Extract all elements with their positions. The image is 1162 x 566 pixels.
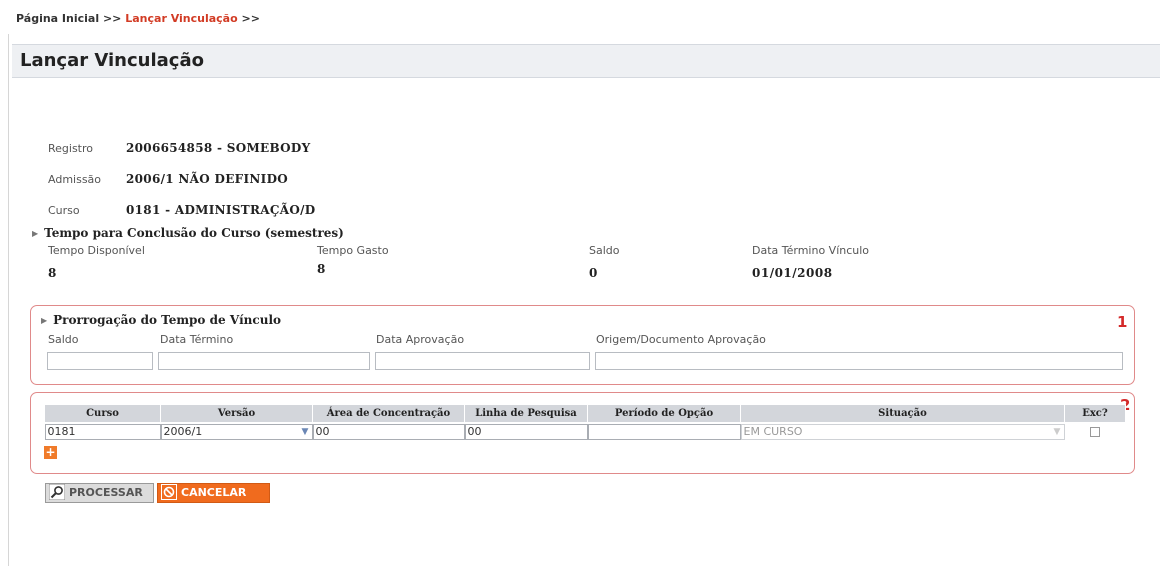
processar-label: PROCESSAR [69,486,143,499]
cell-periodo [587,423,741,442]
admissao-label: Admissão [48,173,102,186]
col-header-exc: Exc? [1064,404,1126,423]
col-header-curso: Curso [44,404,161,423]
tempo-gasto-value: 8 [317,262,326,276]
tempo-title-text: Tempo para Conclusão do Curso (semestres… [44,226,344,240]
col-header-periodo: Período de Opção [587,404,741,423]
area-input[interactable]: 00 [312,424,465,440]
versao-value: 2006/1 [163,425,203,438]
box-number-1: 1 [1117,313,1128,331]
exc-checkbox[interactable] [1090,427,1100,437]
data-termino-vinculo-label: Data Término Vínculo [752,244,870,257]
page-header: Lançar Vinculação [12,44,1160,78]
expand-triangle-icon: ▶ [32,228,39,238]
registro-value: 2006654858 - SOMEBODY [126,141,311,155]
admissao-value: 2006/1 NÃO DEFINIDO [126,172,289,186]
prorrogacao-data-termino-input[interactable] [158,352,370,370]
cancelar-button[interactable]: CANCELAR [157,483,270,503]
saldo-label: Saldo [589,244,620,257]
chevron-down-icon: ▼ [1053,427,1061,437]
situacao-select: ▼ EM CURSO [740,424,1065,440]
tempo-disponivel-value: 8 [48,266,57,280]
curso-input[interactable]: 0181 [44,424,161,440]
expand-triangle-icon: ▶ [41,315,48,325]
info-registro: Registro 2006654858 - SOMEBODY [48,141,310,155]
page-title: Lançar Vinculação [20,50,204,71]
breadcrumb: Página Inicial >> Lançar Vinculação >> [16,12,260,25]
prorrogacao-section-title[interactable]: ▶ Prorrogação do Tempo de Vínculo [41,313,281,327]
search-icon [49,484,65,500]
col-header-situacao: Situação [740,404,1065,423]
chevron-down-icon[interactable]: ▼ [299,425,312,439]
cell-exc [1065,423,1126,442]
cell-linha: 00 [464,423,588,442]
cell-area: 00 [312,423,465,442]
content-left-border [8,34,9,566]
table-header-row: Curso Versão Área de Concentração Linha … [44,404,1126,423]
plus-icon[interactable]: + [44,446,57,459]
cell-curso: 0181 [44,423,161,442]
prorrogacao-origem-input[interactable] [595,352,1123,370]
periodo-input[interactable] [587,424,741,440]
prorrogacao-data-termino-label: Data Término [160,333,234,346]
linha-input[interactable]: 00 [464,424,588,440]
cell-versao: ▼ 2006/1 [160,423,313,442]
curso-value: 0181 - ADMINISTRAÇÃO/D [126,203,316,217]
cell-situacao: ▼ EM CURSO [740,423,1065,442]
breadcrumb-separator: >> [102,12,122,25]
tempo-section-title[interactable]: ▶ Tempo para Conclusão do Curso (semestre… [32,226,344,240]
data-termino-vinculo-value: 01/01/2008 [752,266,833,280]
vinculos-table: Curso Versão Área de Concentração Linha … [44,404,1126,441]
saldo-value: 0 [589,266,598,280]
processar-button[interactable]: PROCESSAR [45,483,154,503]
curso-label: Curso [48,204,80,217]
table-row: 0181 ▼ 2006/1 00 00 ▼ EM CURSO [44,423,1126,442]
prorrogacao-title-text: Prorrogação do Tempo de Vínculo [53,313,282,327]
prorrogacao-saldo-input[interactable] [47,352,153,370]
situacao-value: EM CURSO [743,425,803,438]
col-header-linha: Linha de Pesquisa [464,404,588,423]
cancel-icon [161,484,177,500]
col-header-versao: Versão [160,404,313,423]
registro-label: Registro [48,142,94,155]
prorrogacao-origem-label: Origem/Documento Aprovação [596,333,766,346]
breadcrumb-home[interactable]: Página Inicial [16,12,99,25]
info-admissao: Admissão 2006/1 NÃO DEFINIDO [48,172,288,186]
tempo-gasto-label: Tempo Gasto [317,244,389,257]
col-header-area: Área de Concentração [312,404,465,423]
info-curso: Curso 0181 - ADMINISTRAÇÃO/D [48,203,316,217]
prorrogacao-data-aprovacao-input[interactable] [375,352,590,370]
breadcrumb-separator: >> [241,12,260,25]
cancelar-label: CANCELAR [181,486,247,499]
prorrogacao-saldo-label: Saldo [48,333,79,346]
prorrogacao-data-aprovacao-label: Data Aprovação [376,333,465,346]
breadcrumb-current[interactable]: Lançar Vinculação [125,12,237,25]
versao-select[interactable]: ▼ 2006/1 [160,424,313,440]
tempo-disponivel-label: Tempo Disponível [48,244,145,257]
